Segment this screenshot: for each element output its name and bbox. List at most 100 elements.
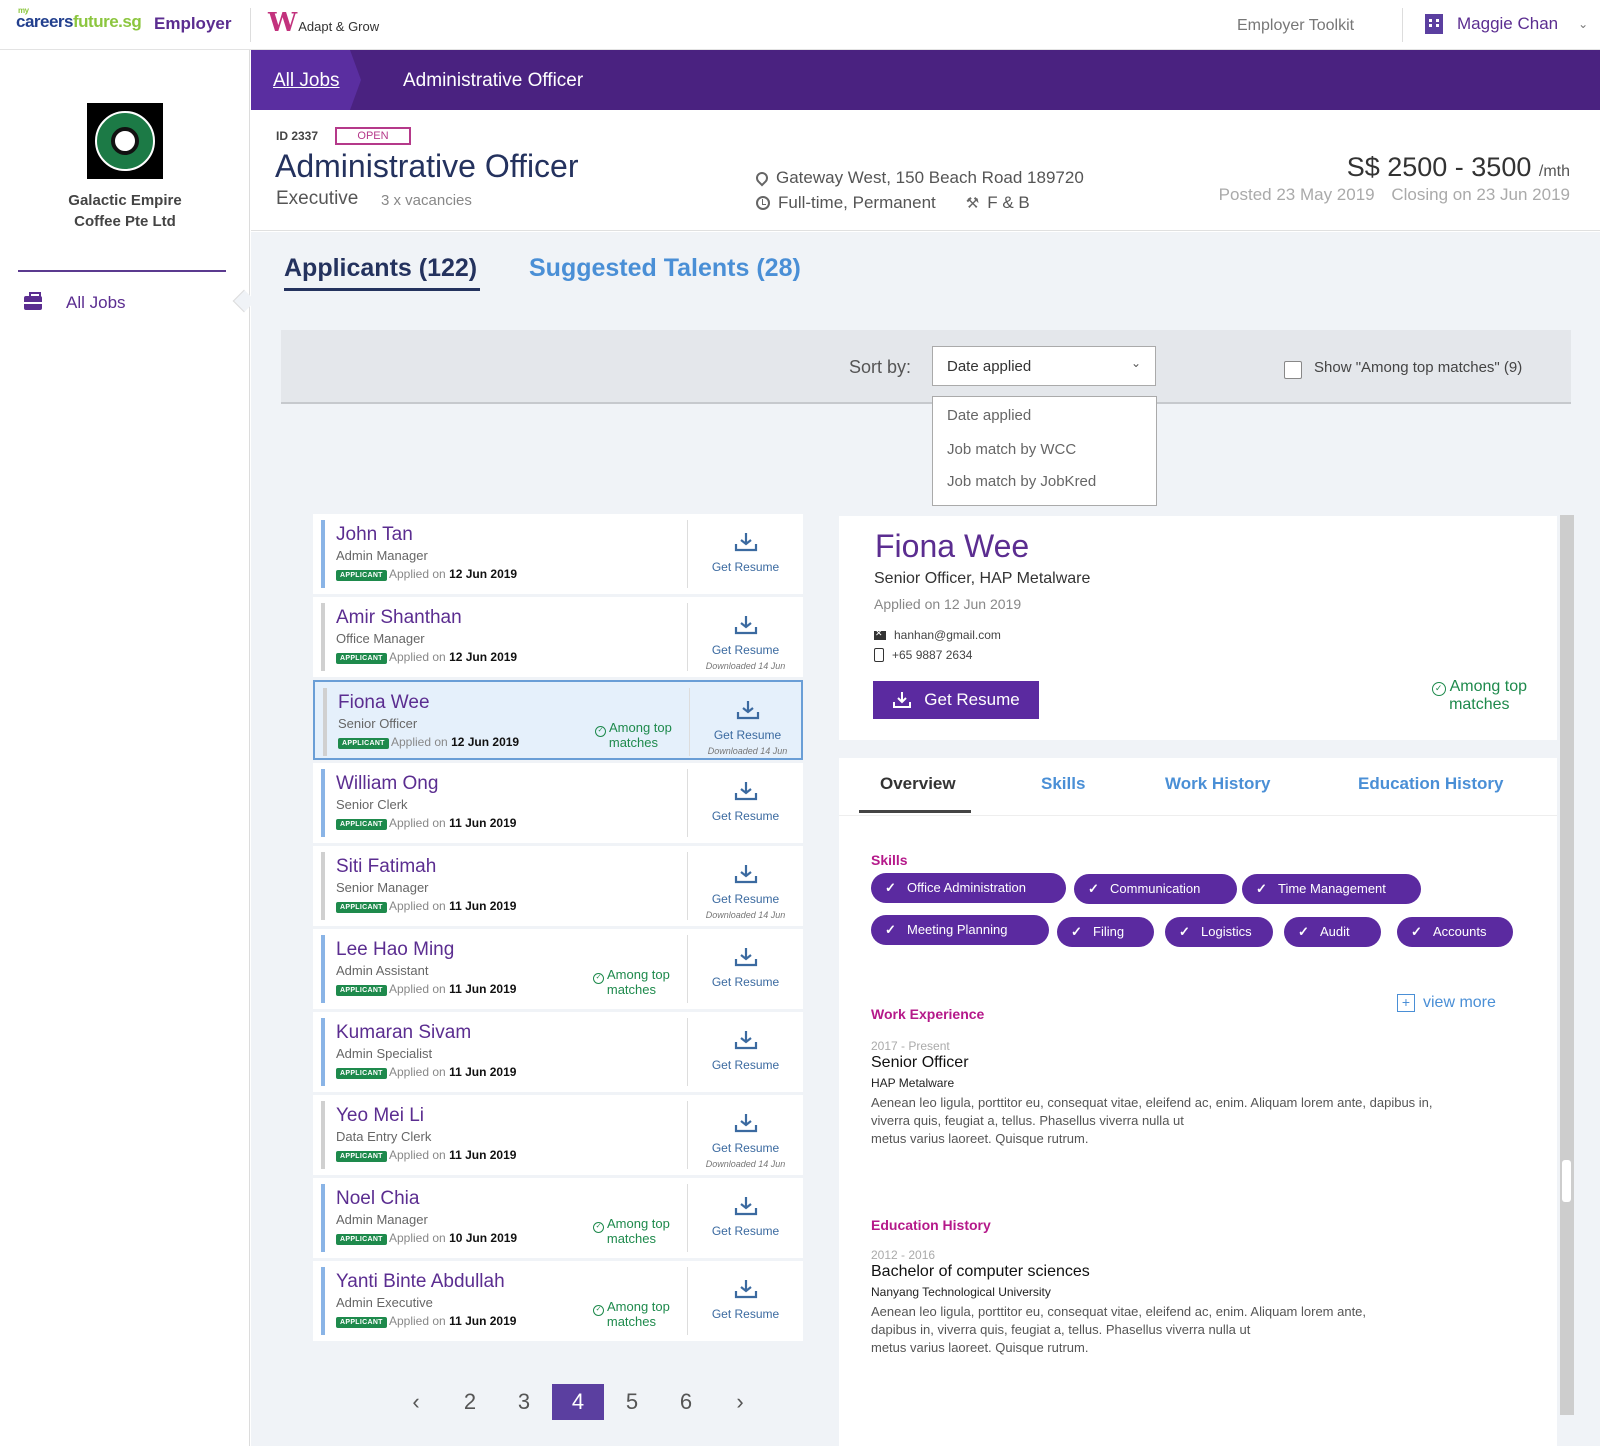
adapt-grow-icon: W: [268, 8, 298, 38]
view-more-button[interactable]: + view more: [1397, 994, 1496, 1012]
get-resume-link[interactable]: Get Resume: [688, 1261, 803, 1341]
applicant-name[interactable]: Yeo Mei Li: [336, 1105, 424, 1127]
downloaded-note: Downloaded 14 Jun: [705, 661, 786, 671]
among-top-matches-indicator: ✓ Among top matches: [595, 721, 672, 749]
tab-applicants[interactable]: Applicants (122): [284, 254, 477, 283]
job-location: Gateway West, 150 Beach Road 189720: [753, 168, 1084, 188]
applicant-card[interactable]: John Tan Admin Manager APPLICANT Applied on…: [313, 514, 803, 594]
check-circle-icon: ✓: [1431, 682, 1446, 696]
get-resume-link[interactable]: Get Resume: [688, 1012, 803, 1092]
applicant-card[interactable]: Noel Chia Admin Manager APPLICANT Applied o…: [313, 1178, 803, 1258]
careersfuture-logo[interactable]: my careersfuture.sg: [16, 6, 142, 32]
applicant-role: Senior Clerk: [336, 797, 408, 812]
applicant-badge: APPLICANT: [336, 985, 387, 996]
job-industry: F & B: [987, 193, 1030, 212]
page-button-2[interactable]: 2: [443, 1384, 497, 1420]
sort-option-jobkred[interactable]: Job match by JobKred: [947, 473, 1096, 490]
page-button-4[interactable]: 4: [552, 1384, 604, 1420]
applicant-name[interactable]: Siti Fatimah: [336, 856, 436, 878]
top-matches-checkbox[interactable]: [1284, 361, 1302, 379]
education-title: Bachelor of computer sciences: [871, 1263, 1090, 1280]
education-org: Nanyang Technological University: [871, 1285, 1051, 1299]
applicant-name[interactable]: William Ong: [336, 773, 438, 795]
top-matches-label[interactable]: Show "Among top matches" (9): [1314, 359, 1522, 376]
tab-skills[interactable]: Skills: [1041, 774, 1085, 794]
applicant-name[interactable]: Amir Shanthan: [336, 607, 462, 629]
applicant-name[interactable]: Noel Chia: [336, 1188, 419, 1210]
scrollbar-thumb[interactable]: [1562, 1160, 1571, 1202]
applied-date: Applied on 11 Jun 2019: [389, 1065, 517, 1079]
sort-select[interactable]: Date applied ⌄: [932, 346, 1156, 386]
sidebar-item-all-jobs[interactable]: All Jobs: [24, 292, 126, 313]
sort-option-wcc[interactable]: Job match by WCC: [947, 441, 1076, 458]
skill-chip[interactable]: Meeting Planning: [871, 915, 1049, 945]
get-resume-link[interactable]: Get Resume: [688, 763, 803, 843]
sort-option-date-applied[interactable]: Date applied: [947, 407, 1031, 424]
get-resume-link[interactable]: Get Resume Downloaded 14 Jun: [688, 597, 803, 677]
card-indicator-bar: [321, 769, 325, 837]
skill-chip[interactable]: Office Administration: [871, 873, 1066, 903]
applicant-card[interactable]: Yanti Binte Abdullah Admin Executive APPLI…: [313, 1261, 803, 1341]
applicant-card[interactable]: Siti Fatimah Senior Manager APPLICANT Appli…: [313, 846, 803, 926]
breadcrumb-all-jobs-link[interactable]: All Jobs: [273, 70, 340, 92]
education-description: Aenean leo ligula, porttitor eu, consequ…: [871, 1304, 1367, 1355]
top-navigation-bar: my careersfuture.sg Employer W Adapt & Gr…: [0, 0, 1600, 50]
next-page-button[interactable]: ›: [713, 1384, 767, 1420]
get-resume-link[interactable]: Get Resume: [688, 1178, 803, 1258]
applied-date: Applied on 12 Jun 2019: [391, 735, 520, 749]
sort-label: Sort by:: [849, 357, 912, 377]
applicant-name[interactable]: John Tan: [336, 524, 413, 546]
applicant-role: Admin Manager: [336, 1212, 428, 1227]
page-button-6[interactable]: 6: [659, 1384, 713, 1420]
get-resume-link[interactable]: Get Resume: [688, 929, 803, 1009]
applicant-name[interactable]: Lee Hao Ming: [336, 939, 454, 961]
applicant-card[interactable]: Amir Shanthan Office Manager APPLICANT Appl…: [313, 597, 803, 677]
page-button-5[interactable]: 5: [605, 1384, 659, 1420]
skill-chip[interactable]: Communication: [1074, 874, 1237, 904]
prev-page-button[interactable]: ‹: [389, 1384, 443, 1420]
get-resume-link[interactable]: Get Resume: [688, 514, 803, 594]
get-resume-link[interactable]: Get Resume Downloaded 14 Jun: [688, 1095, 803, 1175]
applicant-card[interactable]: Kumaran Sivam Admin Specialist APPLICANT Ap…: [313, 1012, 803, 1092]
skill-chip[interactable]: Accounts: [1397, 917, 1513, 947]
applied-date: Applied on 12 Jun 2019: [389, 650, 518, 664]
applicant-name[interactable]: Yanti Binte Abdullah: [336, 1271, 505, 1293]
downloaded-note: Downloaded 14 Jun: [705, 910, 786, 920]
profile-email[interactable]: hanhan@gmail.com: [874, 628, 1001, 642]
skill-chip[interactable]: Time Management: [1242, 874, 1421, 904]
check-circle-icon: ✓: [595, 726, 606, 737]
skill-chip[interactable]: Filing: [1057, 917, 1154, 947]
skill-chip[interactable]: Audit: [1284, 917, 1381, 947]
skill-chip[interactable]: Logistics: [1165, 917, 1273, 947]
applicant-badge: APPLICANT: [336, 653, 387, 664]
get-resume-button[interactable]: Get Resume: [873, 681, 1039, 719]
tab-suggested-talents[interactable]: Suggested Talents (28): [529, 254, 801, 283]
applicant-card[interactable]: Lee Hao Ming Admin Assistant APPLICANT Appl…: [313, 929, 803, 1009]
applicant-card[interactable]: William Ong Senior Clerk APPLICANT Applied …: [313, 763, 803, 843]
applicant-badge: APPLICANT: [336, 1151, 387, 1162]
get-resume-link[interactable]: Get Resume Downloaded 14 Jun: [690, 682, 805, 762]
download-icon: [893, 692, 912, 708]
applicant-name[interactable]: Kumaran Sivam: [336, 1022, 471, 1044]
profile-phone[interactable]: +65 9887 2634: [874, 648, 972, 662]
applied-date: Applied on 11 Jun 2019: [389, 899, 517, 913]
adapt-and-grow-logo[interactable]: W Adapt & Grow: [268, 8, 379, 38]
applicant-name[interactable]: Fiona Wee: [338, 692, 430, 714]
download-icon: [734, 782, 758, 801]
page-button-3[interactable]: 3: [497, 1384, 551, 1420]
tab-overview[interactable]: Overview: [880, 774, 956, 794]
scrollbar[interactable]: [1560, 515, 1574, 1415]
card-indicator-bar: [321, 603, 325, 671]
applicant-badge: APPLICANT: [336, 819, 387, 830]
applicant-card[interactable]: Yeo Mei Li Data Entry Clerk APPLICANT Appli…: [313, 1095, 803, 1175]
education-years: 2012 - 2016: [871, 1248, 936, 1262]
get-resume-link[interactable]: Get Resume Downloaded 14 Jun: [688, 846, 803, 926]
applicant-role: Office Manager: [336, 631, 425, 646]
tab-work-history[interactable]: Work History: [1165, 774, 1271, 794]
user-menu[interactable]: Maggie Chan ⌄: [1425, 14, 1588, 34]
applied-date: Applied on 11 Jun 2019: [389, 1314, 517, 1328]
applicant-card[interactable]: Fiona Wee Senior Officer APPLICANT Applied …: [313, 680, 803, 760]
tab-education-history[interactable]: Education History: [1358, 774, 1503, 794]
employer-toolkit-link[interactable]: Employer Toolkit: [1237, 17, 1354, 35]
job-level: Executive: [276, 188, 359, 209]
